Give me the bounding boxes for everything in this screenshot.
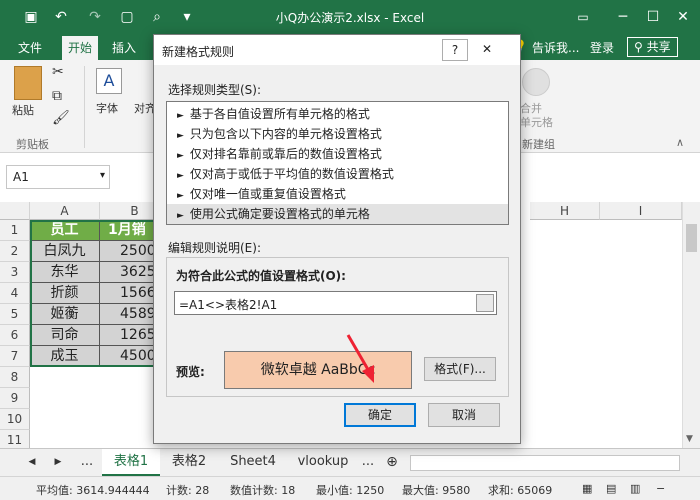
formula-input[interactable]: =A1<>表格2!A1: [174, 291, 497, 315]
table-cell[interactable]: 东华: [30, 262, 100, 283]
prev-sheet-icon[interactable]: ◀: [26, 449, 38, 476]
normal-view-icon[interactable]: ▦: [582, 482, 592, 495]
person-icon: ⚲: [634, 40, 643, 54]
column-header-h[interactable]: H: [530, 202, 600, 220]
status-sum: 求和: 65069: [488, 484, 553, 497]
page-layout-icon[interactable]: ▤: [606, 482, 616, 495]
list-item[interactable]: ► 只为包含以下内容的单元格设置格式: [167, 124, 508, 144]
scroll-down-icon[interactable]: ▼: [686, 434, 693, 444]
merge-cells-icon[interactable]: [522, 68, 550, 96]
pointer-arrow-annotation: [346, 334, 374, 383]
column-header-a[interactable]: A: [30, 202, 100, 220]
zoom-out-icon[interactable]: −: [656, 482, 665, 495]
status-min: 最小值: 1250: [316, 484, 385, 497]
add-sheet-icon[interactable]: ⊕: [382, 449, 402, 476]
dialog-title-bar: 新建格式规则 ? ✕: [154, 35, 520, 65]
row-header[interactable]: 1: [0, 220, 30, 241]
paste-icon[interactable]: [14, 66, 42, 100]
new-format-rule-dialog: 新建格式规则 ? ✕ 选择规则类型(S): ► 基于各自值设置所有单元格的格式 ►…: [153, 34, 521, 444]
sheet-tabs-bar: ◀ ▶ ... 表格1 表格2 Sheet4 vlookup ... ⊕: [0, 448, 700, 476]
cut-icon[interactable]: ✂: [52, 64, 64, 80]
merge-label-2[interactable]: 单元格: [520, 114, 553, 130]
formula-label: 为符合此公式的值设置格式(O):: [176, 269, 346, 283]
status-bar: 平均值: 3614.944444 计数: 28 数值计数: 18 最小值: 12…: [0, 476, 700, 500]
range-select-icon[interactable]: [476, 294, 494, 312]
chevron-down-icon: ▾: [99, 170, 105, 181]
select-all-corner[interactable]: [0, 202, 30, 220]
arrow-right-icon: ►: [177, 151, 184, 161]
list-item[interactable]: ► 仅对唯一值或重复值设置格式: [167, 184, 508, 204]
more-sheets-left[interactable]: ...: [76, 449, 98, 476]
row-header[interactable]: 2: [0, 241, 30, 262]
row-header[interactable]: 11: [0, 430, 30, 448]
tab-file[interactable]: 文件: [18, 39, 42, 56]
rule-type-label: 选择规则类型(S):: [168, 83, 262, 97]
table-cell[interactable]: 姬蘅: [30, 304, 100, 325]
row-header[interactable]: 8: [0, 367, 30, 388]
title-bar: ▣ ↶ ↷ ▢ ⌕ ▾ 小Q办公演示2.xlsx - Excel ▭ ─ ☐ ✕: [0, 0, 700, 34]
name-box[interactable]: A1 ▾: [6, 165, 110, 189]
new-group-label: 新建组: [522, 138, 555, 151]
login-link[interactable]: 登录: [590, 39, 614, 56]
font-label[interactable]: 字体: [96, 100, 118, 116]
arrow-right-icon: ►: [177, 211, 184, 221]
horizontal-scrollbar[interactable]: [410, 455, 680, 471]
row-header[interactable]: 3: [0, 262, 30, 283]
clipboard-group-label: 剪贴板: [16, 138, 49, 151]
sheet-tab-1[interactable]: 表格1: [102, 449, 160, 476]
arrow-right-icon: ►: [177, 111, 184, 121]
paste-label[interactable]: 粘贴: [12, 102, 34, 118]
tab-home[interactable]: 开始: [62, 36, 99, 60]
arrow-right-icon: ►: [177, 131, 184, 141]
font-icon[interactable]: A: [96, 68, 122, 94]
status-numeric-count: 数值计数: 18: [230, 484, 296, 497]
close-window-button[interactable]: ✕: [660, 0, 700, 34]
row-header[interactable]: 5: [0, 304, 30, 325]
collapse-ribbon-icon[interactable]: ∧: [676, 136, 684, 149]
status-count: 计数: 28: [166, 484, 210, 497]
row-header[interactable]: 7: [0, 346, 30, 367]
ok-button[interactable]: 确定: [344, 403, 416, 427]
row-header[interactable]: 10: [0, 409, 30, 430]
scrollbar-thumb[interactable]: [686, 224, 697, 252]
rule-type-list: ► 基于各自值设置所有单元格的格式 ► 只为包含以下内容的单元格设置格式 ► 仅对排名…: [166, 101, 509, 225]
list-item[interactable]: ► 基于各自值设置所有单元格的格式: [167, 104, 508, 124]
edit-desc-label: 编辑规则说明(E):: [168, 241, 261, 255]
sheet-tab-2[interactable]: 表格2: [160, 449, 218, 476]
format-button[interactable]: 格式(F)...: [424, 357, 496, 381]
column-header-i[interactable]: I: [600, 202, 682, 220]
copy-icon[interactable]: ⧉: [52, 88, 62, 104]
sheet-tab-4[interactable]: vlookup: [290, 449, 356, 476]
arrow-right-icon: ►: [177, 191, 184, 201]
table-cell[interactable]: 白凤九: [30, 241, 100, 262]
cancel-button[interactable]: 取消: [428, 403, 500, 427]
status-average: 平均值: 3614.944444: [36, 484, 150, 497]
tell-me-search[interactable]: 告诉我...: [532, 39, 579, 56]
more-sheets-right[interactable]: ...: [358, 449, 378, 476]
status-max: 最大值: 9580: [402, 484, 471, 497]
tab-insert[interactable]: 插入: [112, 39, 136, 56]
sheet-tab-3[interactable]: Sheet4: [220, 449, 286, 476]
preview-label: 预览:: [176, 365, 205, 379]
format-painter-icon[interactable]: 🖌: [52, 110, 70, 126]
share-button[interactable]: ⚲ 共享: [627, 37, 678, 57]
row-header[interactable]: 6: [0, 325, 30, 346]
list-item[interactable]: ► 仅对高于或低于平均值的数值设置格式: [167, 164, 508, 184]
dialog-title: 新建格式规则: [162, 45, 235, 59]
table-header-cell[interactable]: 员工: [30, 220, 100, 241]
arrow-right-icon: ►: [177, 171, 184, 181]
row-header[interactable]: 9: [0, 388, 30, 409]
table-cell[interactable]: 成玉: [30, 346, 100, 367]
row-header[interactable]: 4: [0, 283, 30, 304]
table-cell[interactable]: 司命: [30, 325, 100, 346]
help-button[interactable]: ?: [442, 39, 468, 61]
page-break-icon[interactable]: ▥: [630, 482, 640, 495]
list-item-selected[interactable]: ► 使用公式确定要设置格式的单元格: [167, 204, 508, 224]
list-item[interactable]: ► 仅对排名靠前或靠后的数值设置格式: [167, 144, 508, 164]
vertical-scrollbar[interactable]: ▼: [682, 202, 700, 448]
close-dialog-button[interactable]: ✕: [474, 39, 500, 61]
next-sheet-icon[interactable]: ▶: [52, 449, 64, 476]
table-cell[interactable]: 折颜: [30, 283, 100, 304]
